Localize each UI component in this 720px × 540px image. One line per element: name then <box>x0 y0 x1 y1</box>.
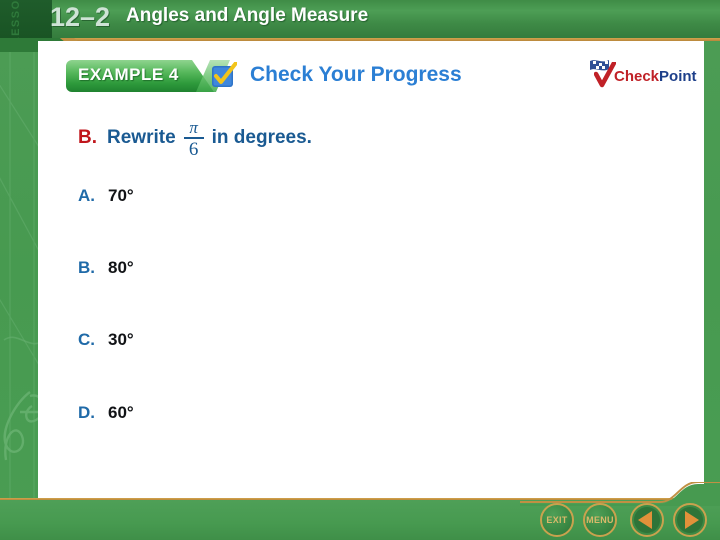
content-panel <box>38 41 704 498</box>
slide-header: LESSON 12–2 Angles and Angle Measure <box>0 0 720 38</box>
choice-d[interactable]: D. 60° <box>78 403 134 423</box>
checkpoint-logo: CheckPoint <box>586 60 704 92</box>
lesson-word-label: LESSON <box>10 0 22 38</box>
choice-c[interactable]: C. 30° <box>78 330 134 350</box>
exit-button[interactable]: EXIT <box>540 503 574 537</box>
blue-checkbox-icon <box>211 61 238 88</box>
lesson-tab-block <box>0 0 52 38</box>
question-letter: B. <box>78 127 97 148</box>
checkpoint-wordmark: CheckPoint <box>614 68 697 85</box>
lesson-title: Angles and Angle Measure <box>126 5 369 26</box>
menu-button[interactable]: MENU <box>583 503 617 537</box>
question-text-after: in degrees. <box>211 127 312 148</box>
checkpoint-check-word: Check <box>614 68 660 85</box>
slide-root: LESSON 12–2 Angles and Angle Measure EXA… <box>0 0 720 540</box>
question-text-before: Rewrite <box>107 127 176 148</box>
choice-c-value: 30° <box>108 330 134 349</box>
choice-a-value: 70° <box>108 186 134 205</box>
next-button[interactable] <box>673 503 707 537</box>
check-your-progress-label: Check Your Progress <box>250 63 462 86</box>
choice-a[interactable]: A. 70° <box>78 186 134 206</box>
question-line: B. Rewrite π 6 in degrees. <box>78 118 312 160</box>
fraction-denominator: 6 <box>188 139 199 160</box>
example-bar: EXAMPLE 4 Check Your Progress <box>66 60 666 94</box>
checkpoint-point-word: Point <box>659 68 697 85</box>
choice-d-value: 60° <box>108 403 134 422</box>
example-label: EXAMPLE 4 <box>78 65 179 84</box>
fraction-numerator: π <box>189 118 198 137</box>
red-checkmark-icon <box>593 60 617 93</box>
choice-d-letter: D. <box>78 403 95 422</box>
previous-button[interactable] <box>630 503 664 537</box>
choice-b-value: 80° <box>108 258 134 277</box>
choice-b[interactable]: B. 80° <box>78 258 134 278</box>
lesson-number: 12–2 <box>50 2 111 32</box>
choice-a-letter: A. <box>78 186 95 205</box>
choice-b-letter: B. <box>78 258 95 277</box>
choice-c-letter: C. <box>78 330 95 349</box>
fraction-pi-over-six: π 6 <box>183 118 204 160</box>
